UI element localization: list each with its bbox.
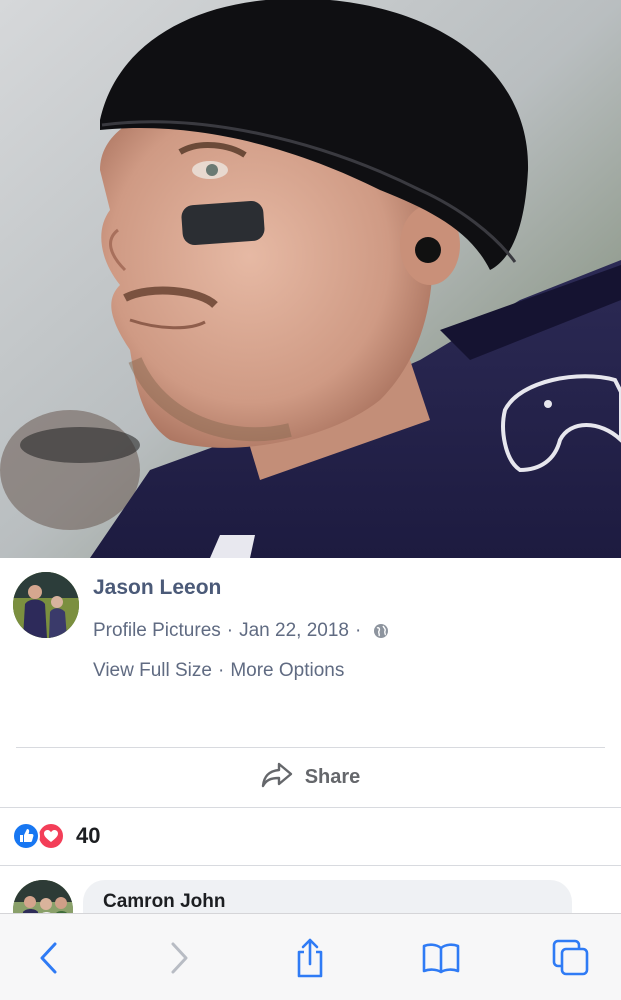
- photo-options: View Full Size · More Options: [93, 660, 344, 682]
- post-meta: Profile Pictures · Jan 22, 2018 ·: [93, 620, 389, 642]
- bookmarks-icon[interactable]: [419, 936, 463, 980]
- divider: [0, 865, 621, 866]
- comment-author-name[interactable]: Camron John: [103, 891, 225, 913]
- tabs-icon[interactable]: [549, 936, 593, 980]
- more-options-link[interactable]: More Options: [230, 660, 344, 682]
- meta-separator: ·: [354, 620, 362, 641]
- like-icon: [12, 822, 40, 850]
- share-arrow-icon: [261, 761, 293, 794]
- post-date[interactable]: Jan 22, 2018: [239, 620, 349, 642]
- reaction-count: 40: [76, 823, 101, 848]
- album-link[interactable]: Profile Pictures: [93, 620, 221, 642]
- back-icon[interactable]: [27, 936, 71, 980]
- divider: [0, 807, 621, 808]
- globe-icon: [373, 623, 389, 639]
- forward-icon[interactable]: [157, 936, 201, 980]
- view-full-size-link[interactable]: View Full Size: [93, 660, 212, 682]
- author-name-link[interactable]: Jason Leeon: [93, 576, 221, 600]
- author-avatar[interactable]: [13, 572, 79, 638]
- post-header: Jason Leeon Profile Pictures · Jan 22, 2…: [0, 558, 621, 748]
- reaction-icons: [12, 822, 68, 850]
- share-button[interactable]: Share: [0, 748, 621, 806]
- links-separator: ·: [217, 660, 225, 681]
- browser-toolbar: [0, 913, 621, 1000]
- share-icon[interactable]: [288, 936, 332, 980]
- love-icon: [37, 822, 65, 850]
- share-label: Share: [304, 765, 361, 788]
- meta-separator: ·: [226, 620, 234, 641]
- reaction-summary[interactable]: 40: [12, 821, 100, 851]
- post-photo[interactable]: [0, 0, 621, 558]
- photo-illustration: [0, 0, 621, 558]
